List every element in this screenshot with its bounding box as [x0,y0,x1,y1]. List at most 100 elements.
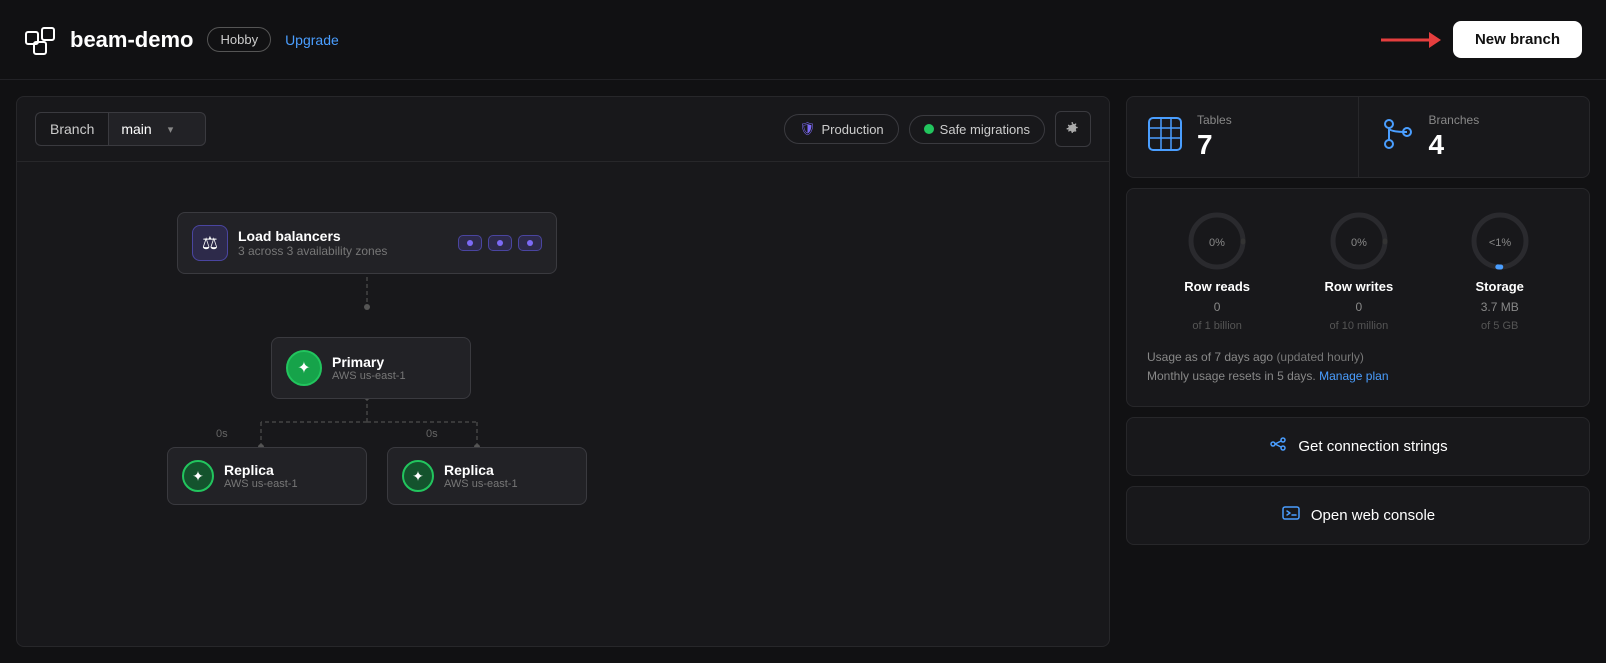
timing-left-label: 0s [212,426,232,442]
usage-text: Usage as of 7 days ago [1147,350,1273,364]
header-left: beam-demo Hobby Upgrade [24,24,339,56]
safe-migrations-badge: Safe migrations [909,115,1045,144]
replica-left-title: Replica [224,462,298,478]
replica-left-subtitle: AWS us-east-1 [224,478,298,490]
toolbar: Branch main ▾ 🛡 Production Safe migratio… [17,97,1109,162]
connection-strings-button[interactable]: Get connection strings [1126,417,1590,476]
console-icon [1281,503,1301,528]
shield-icon: 🛡 [799,121,816,137]
toolbar-right: 🛡 Production Safe migrations [784,111,1091,147]
tables-stat: Tables 7 [1127,97,1359,177]
replica-left-icon: ✦ [182,460,214,492]
lb-info: Load balancers 3 across 3 availability z… [238,228,448,258]
header-right: New branch [1381,21,1582,58]
settings-button[interactable] [1055,111,1091,147]
row-reads-label: Row reads [1184,279,1250,294]
branches-label: Branches [1429,113,1480,127]
toolbar-left: Branch main ▾ [35,112,206,146]
row-reads-pct-text: 0% [1209,237,1225,249]
plan-badge: Hobby [207,27,271,52]
safe-migrations-label: Safe migrations [940,122,1030,137]
row-writes-limit: of 10 million [1330,320,1389,332]
replica-right-node[interactable]: ✦ Replica AWS us-east-1 [387,447,587,505]
row-reads-gauge: 0% Row reads 0 of 1 billion [1184,209,1250,332]
row-writes-circle: 0% [1327,209,1391,273]
lb-title: Load balancers [238,228,448,244]
primary-subtitle: AWS us-east-1 [332,370,406,382]
svg-text:0%: 0% [1351,237,1367,249]
lb-badge-2[interactable] [488,235,512,251]
tables-value: 7 [1197,129,1232,161]
upgrade-link[interactable]: Upgrade [285,32,339,48]
diagram-area: ⚖ Load balancers 3 across 3 availability… [17,162,1109,647]
web-console-button[interactable]: Open web console [1126,486,1590,545]
load-balancers-node: ⚖ Load balancers 3 across 3 availability… [177,212,557,274]
left-panel: Branch main ▾ 🛡 Production Safe migratio… [16,96,1110,647]
web-console-label: Open web console [1311,507,1435,524]
lb-badge-dot-3 [527,240,533,246]
replica-right-title: Replica [444,462,518,478]
branches-icon [1379,116,1415,159]
lb-badge-3[interactable] [518,235,542,251]
replica-right-subtitle: AWS us-east-1 [444,478,518,490]
primary-node[interactable]: ✦ Primary AWS us-east-1 [271,337,471,399]
gauges-row: 0% Row reads 0 of 1 billion 0% Row write… [1147,209,1569,332]
lb-badge-dot-1 [467,240,473,246]
check-icon [924,124,934,134]
tables-label: Tables [1197,113,1232,127]
arrow-indicator-icon [1381,28,1441,52]
connection-icon [1268,434,1288,459]
primary-icon: ✦ [286,350,322,386]
branches-value: 4 [1429,129,1480,161]
primary-info: Primary AWS us-east-1 [332,354,406,382]
storage-value: 3.7 MB [1481,300,1519,314]
storage-limit: of 5 GB [1481,320,1518,332]
chevron-down-icon: ▾ [168,123,174,136]
production-badge: 🛡 Production [784,114,899,144]
header: beam-demo Hobby Upgrade New branch [0,0,1606,80]
usage-resets: Monthly usage resets in 5 days. [1147,369,1316,383]
production-label: Production [822,122,884,137]
timing-right-label: 0s [422,426,442,442]
row-reads-limit: of 1 billion [1192,320,1242,332]
storage-gauge: <1% Storage 3.7 MB of 5 GB [1468,209,1532,332]
storage-circle: <1% [1468,209,1532,273]
replica-right-info: Replica AWS us-east-1 [444,462,518,490]
row-writes-label: Row writes [1325,279,1394,294]
lb-badge-1[interactable] [458,235,482,251]
branch-label: Branch [35,112,108,146]
row-writes-gauge: 0% Row writes 0 of 10 million [1325,209,1394,332]
connection-strings-label: Get connection strings [1298,438,1447,455]
lb-subtitle: 3 across 3 availability zones [238,244,448,258]
stats-row: Tables 7 Bran [1127,97,1589,177]
row-reads-value: 0 [1214,300,1221,314]
stats-card: Tables 7 Bran [1126,96,1590,178]
branch-select[interactable]: main ▾ [108,112,206,146]
main-content: Branch main ▾ 🛡 Production Safe migratio… [0,80,1606,663]
replica-right-icon: ✦ [402,460,434,492]
branches-stat: Branches 4 [1359,97,1590,177]
svg-text:<1%: <1% [1489,237,1512,249]
row-writes-value: 0 [1356,300,1363,314]
lb-badges [458,235,542,251]
branch-selected-value: main [121,121,151,137]
row-reads-circle: 0% [1185,209,1249,273]
lb-badge-dot-2 [497,240,503,246]
replica-left-info: Replica AWS us-east-1 [224,462,298,490]
logo-icon [24,24,56,56]
usage-updated: (updated hourly) [1276,350,1363,364]
gauges-card: 0% Row reads 0 of 1 billion 0% Row write… [1126,188,1590,407]
gear-icon [1065,121,1081,137]
manage-plan-link[interactable]: Manage plan [1319,369,1388,383]
lb-icon: ⚖ [192,225,228,261]
new-branch-button[interactable]: New branch [1453,21,1582,58]
right-panel: Tables 7 Bran [1126,80,1606,663]
usage-info: Usage as of 7 days ago (updated hourly) … [1147,348,1569,386]
primary-title: Primary [332,354,406,370]
replica-left-node[interactable]: ✦ Replica AWS us-east-1 [167,447,367,505]
storage-label: Storage [1476,279,1524,294]
app-name: beam-demo [70,27,193,53]
tables-icon [1147,116,1183,159]
branches-info: Branches 4 [1429,113,1480,161]
tables-info: Tables 7 [1197,113,1232,161]
